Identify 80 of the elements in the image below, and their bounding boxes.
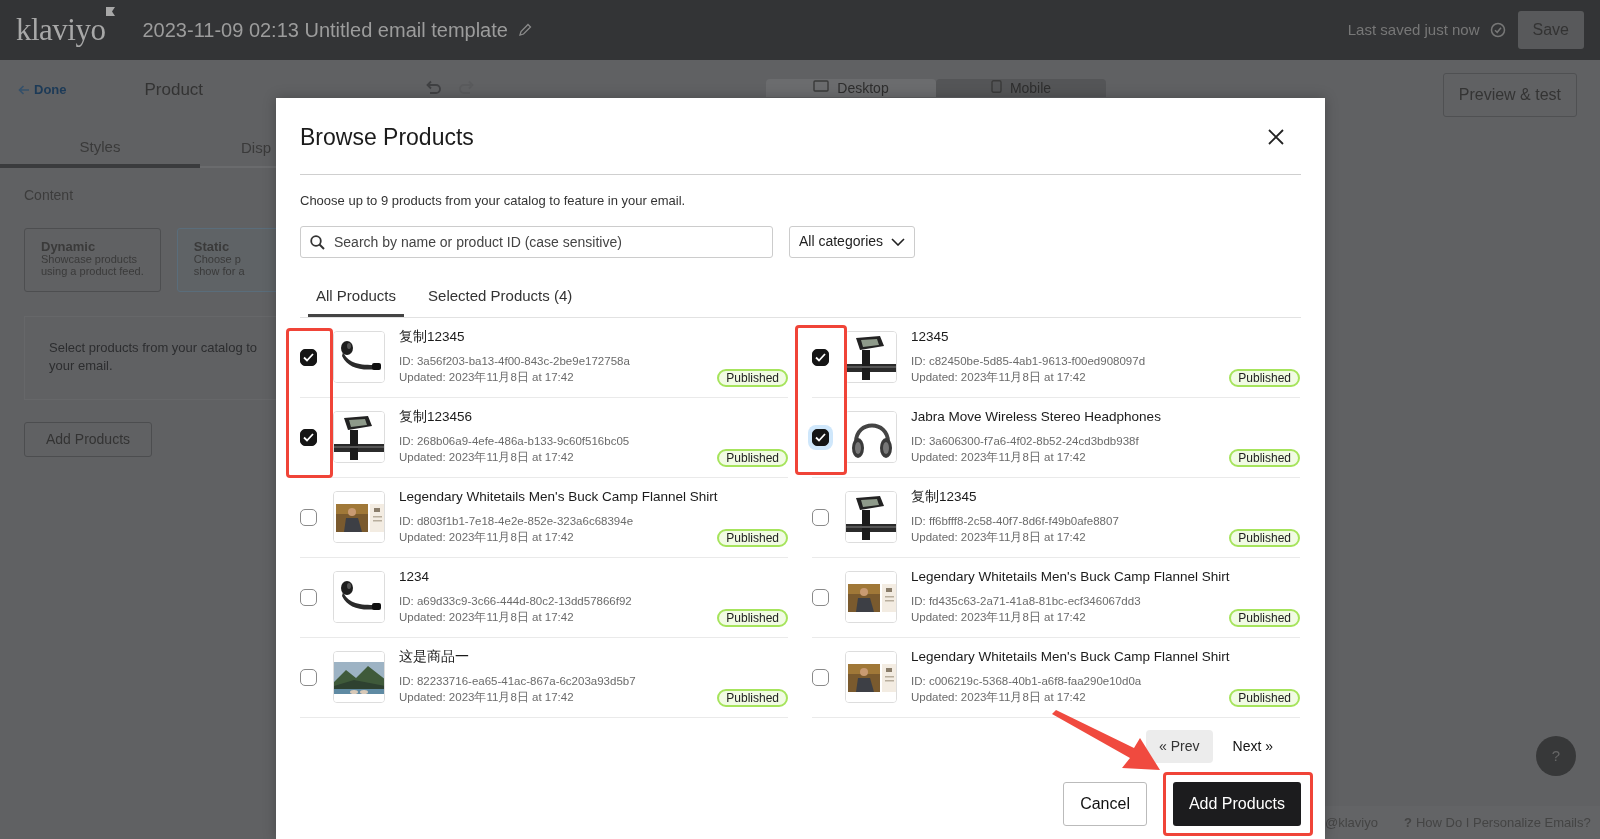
category-select[interactable]: All categories xyxy=(789,225,916,258)
status-badge: Published xyxy=(1229,528,1300,547)
status-badge: Published xyxy=(717,448,788,467)
save-status: Last saved just now xyxy=(1347,19,1480,40)
updated-date: Updated: 2023年11月8日 at 17:42 xyxy=(399,610,574,626)
product-name: Legendary Whitetails Men's Buck Camp Flannel Shirt xyxy=(399,488,719,507)
check-circle-icon xyxy=(1489,22,1506,38)
close-icon[interactable] xyxy=(1267,128,1285,146)
modal-description: Choose up to 9 products from your catalog to feature in your email. xyxy=(300,192,687,210)
checkbox[interactable] xyxy=(812,668,829,686)
search-icon xyxy=(310,234,325,250)
chevron-down-icon xyxy=(891,237,906,246)
product-name: 复制12345 xyxy=(399,328,466,347)
add-products-button[interactable]: Add Products xyxy=(1172,781,1301,826)
updated-date: Updated: 2023年11月8日 at 17:42 xyxy=(399,370,574,386)
logo[interactable]: klaviyo xyxy=(16,6,106,54)
status-badge: Published xyxy=(1229,688,1300,707)
product-id: ID: fd435c63-2a71-41a8-81bc-ecf346067dd3 xyxy=(911,593,1142,609)
updated-date: Updated: 2023年11月8日 at 17:42 xyxy=(399,690,574,706)
checkbox[interactable] xyxy=(300,508,317,526)
phone-icon xyxy=(990,80,1002,93)
undo-icon[interactable] xyxy=(424,79,442,95)
help-button[interactable]: ? xyxy=(1536,736,1576,776)
view-tab[interactable]: Desktop xyxy=(766,79,936,97)
checkbox[interactable] xyxy=(300,348,317,366)
product-id: ID: ff6bfff8-2c58-40f7-8d6f-f49b0afe8807 xyxy=(911,513,1120,529)
product-id: ID: 3a56f203-ba13-4f00-843c-2be9e172758a xyxy=(399,353,631,369)
prev-page-button[interactable]: « Prev xyxy=(1146,729,1213,763)
checkbox[interactable] xyxy=(300,668,317,686)
product-name: 这是商品一 xyxy=(399,648,470,667)
status-badge: Published xyxy=(717,528,788,547)
cancel-button[interactable]: Cancel xyxy=(1063,781,1147,826)
check-icon xyxy=(815,432,826,442)
modal-title: Browse Products xyxy=(300,122,474,152)
product-name: 复制12345 xyxy=(911,488,978,507)
product-name: 12345 xyxy=(911,328,950,347)
logo-flag-icon xyxy=(105,6,115,16)
updated-date: Updated: 2023年11月8日 at 17:42 xyxy=(911,530,1086,546)
document-title: 2023-11-09 02:13 Untitled email template xyxy=(142,18,508,43)
product-name: Legendary Whitetails Men's Buck Camp Flannel Shirt xyxy=(911,568,1231,587)
product-id: ID: 82233716-ea65-41ac-867a-6c203a93d5b7 xyxy=(399,673,637,689)
check-icon xyxy=(303,352,314,362)
product-id: ID: c82450be-5d85-4ab1-9613-f00ed908097d xyxy=(911,353,1147,369)
updated-date: Updated: 2023年11月8日 at 17:42 xyxy=(911,450,1086,466)
product-id: ID: d803f1b1-7e18-4e2e-852e-323a6c68394e xyxy=(399,513,635,529)
tab[interactable]: Selected Products (4) xyxy=(420,278,581,317)
back-link[interactable]: Done xyxy=(18,80,67,100)
pencil-icon[interactable] xyxy=(517,23,532,37)
product-name: 1234 xyxy=(399,568,431,587)
updated-date: Updated: 2023年11月8日 at 17:42 xyxy=(399,450,574,466)
product-id: ID: a69d33c9-3c66-444d-80c2-13dd57866f92 xyxy=(399,593,633,609)
checkbox[interactable] xyxy=(812,348,829,366)
checkbox[interactable] xyxy=(812,428,829,446)
product-name: Legendary Whitetails Men's Buck Camp Flannel Shirt xyxy=(911,648,1231,667)
status-badge: Published xyxy=(1229,368,1300,387)
status-badge: Published xyxy=(1229,608,1300,627)
updated-date: Updated: 2023年11月8日 at 17:42 xyxy=(399,530,574,546)
search-field[interactable]: Search by name or product ID (case sensitive) xyxy=(300,225,773,258)
arrow-left-icon xyxy=(18,84,30,96)
checkbox[interactable] xyxy=(300,588,317,606)
check-icon xyxy=(303,432,314,442)
status-badge: Published xyxy=(717,608,788,627)
updated-date: Updated: 2023年11月8日 at 17:42 xyxy=(911,690,1086,706)
monitor-icon xyxy=(813,80,830,92)
product-name: Jabra Move Wireless Stereo Headphones xyxy=(911,408,1162,427)
checkbox[interactable] xyxy=(812,588,829,606)
product-id: ID: 268b06a9-4efe-486a-b133-9c60f516bc05 xyxy=(399,433,631,449)
status-badge: Published xyxy=(717,688,788,707)
checkbox[interactable] xyxy=(812,508,829,526)
status-badge: Published xyxy=(717,368,788,387)
checkbox[interactable] xyxy=(300,428,317,446)
tab[interactable]: All Products xyxy=(308,278,405,317)
product-id: ID: c006219c-5368-40b1-a6f8-faa290e10d0a xyxy=(911,673,1143,689)
updated-date: Updated: 2023年11月8日 at 17:42 xyxy=(911,370,1086,386)
updated-date: Updated: 2023年11月8日 at 17:42 xyxy=(911,610,1086,626)
next-page-button[interactable]: Next » xyxy=(1220,729,1285,763)
product-name: 复制123456 xyxy=(399,408,474,427)
product-id: ID: 3a606300-f7a6-4f02-8b52-24cd3bdb938f xyxy=(911,433,1140,449)
check-icon xyxy=(815,352,826,362)
status-badge: Published xyxy=(1229,448,1300,467)
